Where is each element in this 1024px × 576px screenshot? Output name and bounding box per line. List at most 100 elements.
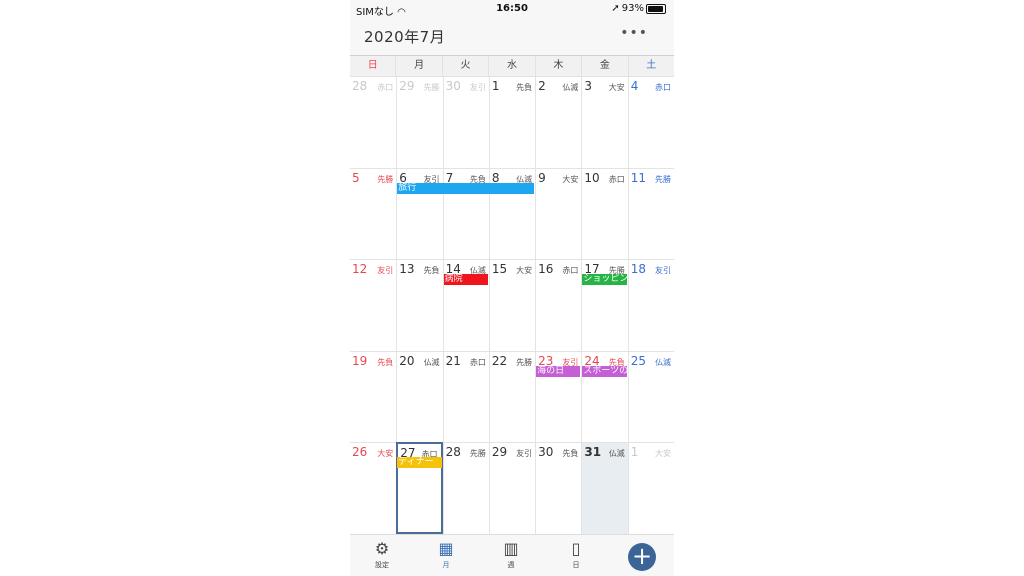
weekday-header: 日 月火水木金土 [350,55,674,77]
rokuyo-label: 大安 [377,449,394,459]
rokuyo-label: 先負 [516,83,533,92]
rokuyo-label: 赤口 [469,357,486,367]
month-title[interactable]: 2020年7月 [364,26,445,47]
rokuyo-label: 先勝 [423,83,440,92]
day-number: 13 [399,262,415,277]
day-number: 12 [352,262,368,277]
day-number: 5 [352,170,360,185]
event-bar[interactable]: 海の日 [536,365,581,377]
day-number: 30 [538,445,554,460]
rokuyo-label: 先負 [562,449,579,459]
day-cell[interactable]: 1 先負 [488,76,536,168]
more-button[interactable]: ••• [620,25,648,41]
tab-gear[interactable]: ⚙ 設定 [362,539,402,570]
weekday-label: 木 [534,56,581,76]
day-number: 11 [630,170,646,185]
rokuyo-label: 大安 [516,266,533,276]
day-cell[interactable]: 25 仏滅 [627,350,674,443]
tab-label: 週 [507,561,515,569]
month-icon: ▦ [438,539,454,558]
day-number: 1 [491,79,500,93]
day-number: 2 [538,79,546,93]
tab-week[interactable]: ▥ 週 [491,539,531,570]
weekday-label: 日 [367,60,378,71]
status-bar: SIMなし ◠ 16:50 ➚ 93% [350,0,674,20]
day-number: 28 [352,79,368,93]
day-cell[interactable]: 14 仏滅 [442,259,489,351]
day-cell[interactable]: 19 先負 [350,350,397,443]
weekday-label: 土 [627,56,674,76]
day-cell[interactable]: 11 先勝 [627,167,674,260]
day-number: 25 [630,353,646,368]
day-number: 3 [584,79,593,93]
rokuyo-label: 仏滅 [423,357,440,367]
rokuyo-label: 赤口 [654,83,671,92]
day-cell[interactable]: 29 友引 [488,442,536,534]
event-bar[interactable]: ディナー [397,457,442,469]
day-number: 22 [491,353,508,368]
day-cell[interactable]: 10 赤口 [581,167,628,260]
event-bar[interactable]: スポーツの日 [582,365,627,377]
event-bar[interactable]: ショッピング [582,274,627,286]
tab-month[interactable]: ▦ 月 [426,539,466,570]
day-cell[interactable]: 7 先負 [442,167,489,260]
weekday-label: 月 [395,56,441,76]
day-cell[interactable]: 27 赤口 [396,442,443,534]
day-number: 10 [584,170,600,185]
day-cell[interactable]: 26 大安 [350,442,397,534]
day-number: 30 [445,79,461,93]
rokuyo-label: 仏滅 [654,357,671,367]
day-cell[interactable]: 29 先勝 [396,76,443,168]
day-cell[interactable]: 15 大安 [488,259,536,351]
day-cell[interactable]: 6 友引 [396,167,443,260]
status-right: ➚ 93% [611,3,666,14]
month-grid: 28 赤口 29 先勝 30 友引 1 先負 2 仏滅 3 大安 4 赤口 5 先勝 6 友引 7 先負 8 仏滅 9 大安 1… [350,76,674,534]
day-cell[interactable]: 9 大安 [535,167,582,260]
day-cell[interactable]: 28 先勝 [442,442,489,534]
day-cell[interactable]: 21 赤口 [442,350,489,443]
day-number: 4 [630,79,639,93]
tab-day[interactable]: ▯ 日 [556,539,596,570]
rokuyo-label: 先勝 [516,357,533,367]
day-cell[interactable]: 4 赤口 [627,76,674,168]
add-event-button[interactable]: + [628,543,656,571]
day-cell[interactable]: 17 先勝 [581,259,628,351]
day-cell[interactable]: 3 大安 [581,76,628,168]
location-icon: ➚ [611,3,620,14]
event-bar[interactable]: 旅行 [397,182,535,194]
day-cell[interactable]: 13 先負 [396,259,443,351]
day-cell[interactable]: 16 赤口 [535,259,582,351]
day-number: 26 [352,445,368,460]
day-cell[interactable]: 8 仏滅 [488,167,536,260]
rokuyo-label: 先負 [423,266,440,276]
battery-fill [648,5,663,12]
day-cell[interactable]: 23 友引 [535,350,582,443]
rokuyo-label: 先勝 [377,174,394,184]
day-cell[interactable]: 22 先勝 [488,350,536,443]
rokuyo-label: 大安 [608,83,625,92]
day-number: 16 [538,262,554,277]
day-cell[interactable]: 30 友引 [442,76,489,168]
day-cell[interactable]: 18 友引 [627,259,674,351]
rokuyo-label: 仏滅 [608,449,625,459]
day-cell[interactable]: 31 仏滅 [581,442,628,534]
gear-icon: ⚙ [374,539,390,558]
day-cell[interactable]: 24 先負 [581,350,628,443]
day-cell[interactable]: 2 仏滅 [535,76,582,168]
day-cell[interactable]: 12 友引 [350,259,397,351]
rokuyo-label: 友引 [654,266,671,276]
event-bar[interactable]: 病院 [443,274,488,286]
day-number: 15 [491,262,508,277]
day-number: 18 [630,262,646,277]
day-number: 31 [584,445,602,460]
day-cell[interactable]: 1 大安 [627,442,674,534]
day-cell[interactable]: 30 先負 [535,442,582,534]
rokuyo-label: 赤口 [562,266,579,276]
day-cell[interactable]: 5 先勝 [350,167,397,260]
rokuyo-label: 赤口 [377,83,394,92]
week-icon: ▥ [503,539,519,558]
rokuyo-label: 仏滅 [562,83,579,92]
weekday-label: 火 [441,56,488,76]
day-cell[interactable]: 20 仏滅 [396,350,443,443]
day-cell[interactable]: 28 赤口 [350,76,397,168]
